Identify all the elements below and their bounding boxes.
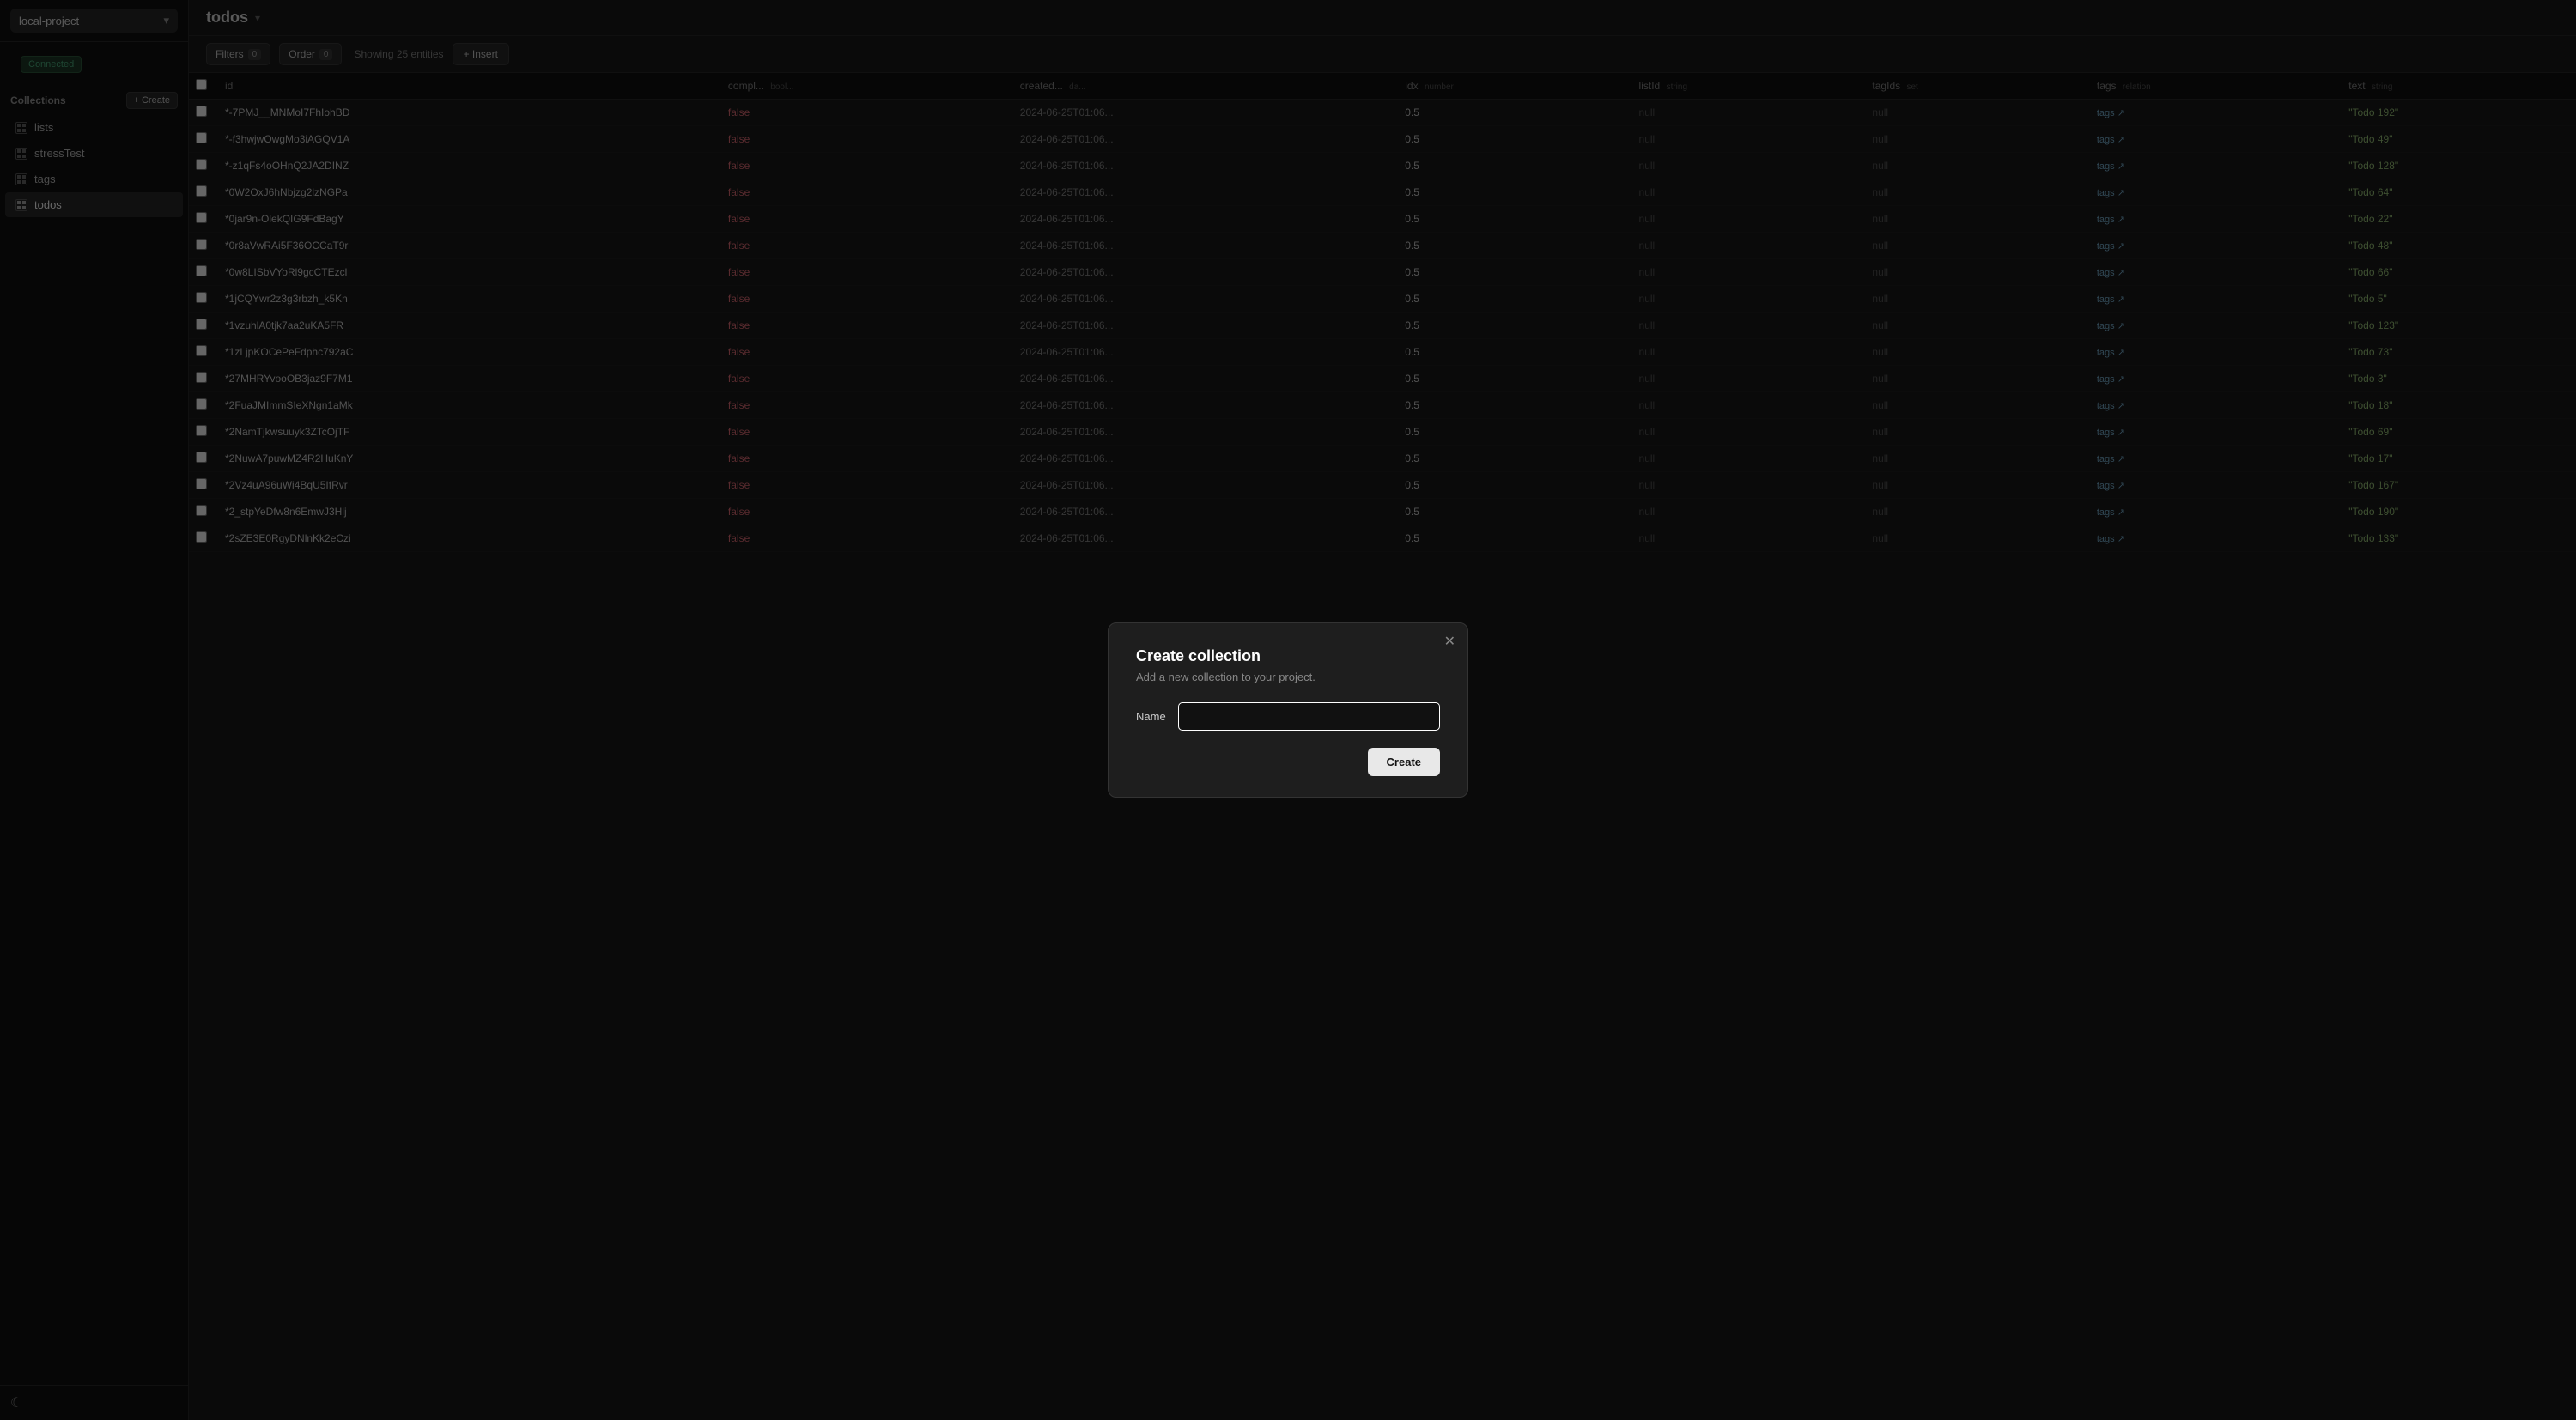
modal-form: Name bbox=[1136, 702, 1440, 731]
modal-subtitle: Add a new collection to your project. bbox=[1136, 671, 1440, 683]
modal-title: Create collection bbox=[1136, 647, 1440, 665]
modal-actions: Create bbox=[1136, 748, 1440, 776]
modal-close-button[interactable]: ✕ bbox=[1444, 635, 1455, 649]
modal-create-button[interactable]: Create bbox=[1368, 748, 1440, 776]
create-collection-modal: ✕ Create collection Add a new collection… bbox=[1108, 622, 1468, 798]
modal-overlay[interactable]: ✕ Create collection Add a new collection… bbox=[0, 0, 2576, 1420]
collection-name-input[interactable] bbox=[1178, 702, 1440, 731]
name-label: Name bbox=[1136, 710, 1166, 723]
